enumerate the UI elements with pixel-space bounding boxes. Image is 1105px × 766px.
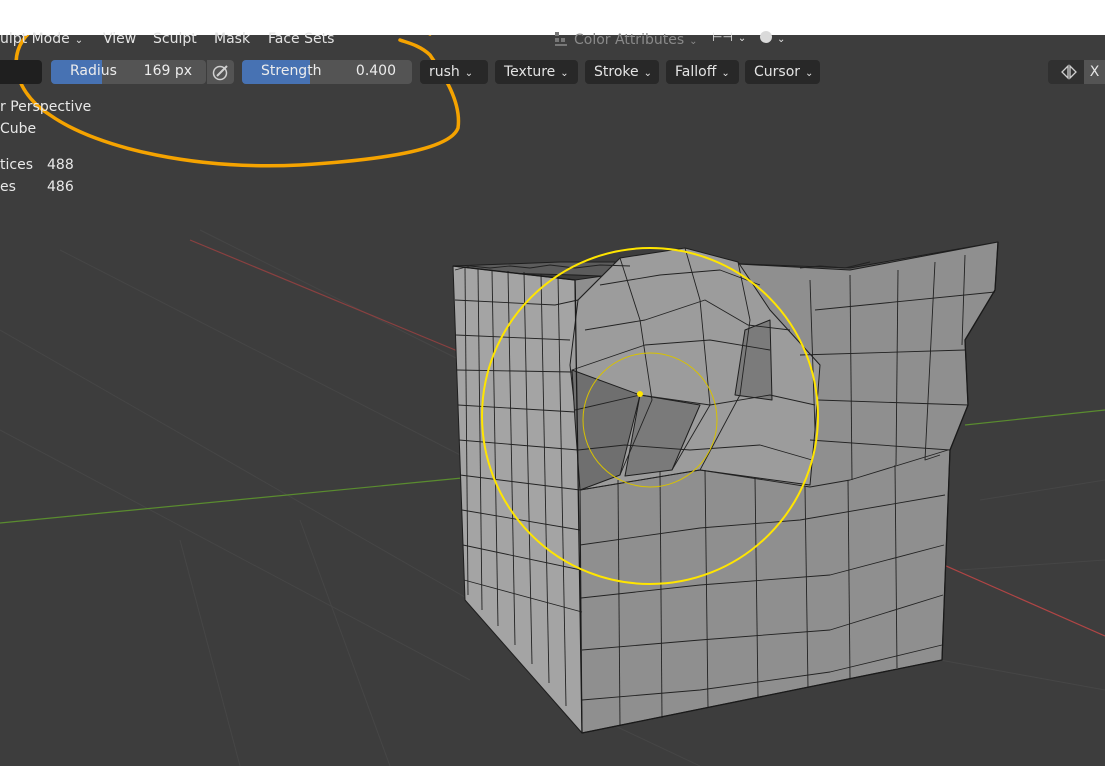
y-axis-line — [0, 477, 463, 524]
radius-pressure-toggle[interactable] — [207, 60, 234, 84]
mirror-icon[interactable] — [1060, 64, 1078, 80]
stat-faces-label: es — [0, 179, 16, 195]
shading-sphere-icon — [760, 31, 772, 43]
chevron-down-icon: ⌄ — [721, 68, 730, 79]
radius-value: 169 px — [143, 63, 192, 79]
brush-center-dot — [637, 391, 643, 397]
menu-face-sets[interactable]: Face Sets — [268, 31, 334, 47]
viewport-header: ulpt Mode ⌄ View Sculpt Mask Face Sets Co… — [0, 25, 1105, 55]
chevron-down-icon: ⌄ — [464, 68, 474, 79]
view-name-text: r Perspective — [0, 99, 92, 115]
shading-dropdown[interactable]: ⌄ — [760, 30, 785, 50]
menu-sculpt[interactable]: Sculpt — [153, 31, 197, 47]
symmetry-icon: ⊢⊣ — [712, 30, 733, 44]
chevron-down-icon: ⌄ — [777, 34, 786, 45]
stroke-dropdown[interactable]: Stroke ⌄ — [585, 60, 659, 84]
pen-pressure-icon — [212, 65, 228, 81]
x-axis-line — [189, 239, 461, 353]
color-attributes-icon — [555, 32, 567, 46]
color-attributes-dropdown[interactable]: Color Attributes ⌄ — [554, 31, 698, 48]
sculpt-mesh-cube — [452, 241, 999, 734]
chevron-down-icon: ⌄ — [805, 68, 814, 79]
falloff-dropdown[interactable]: Falloff ⌄ — [666, 60, 739, 84]
chevron-down-icon: ⌄ — [560, 68, 569, 79]
radius-slider[interactable]: Radius 169 px — [51, 60, 206, 84]
3d-viewport[interactable] — [0, 35, 1105, 766]
radius-label: Radius — [70, 63, 117, 79]
tool-settings-bar: Radius 169 px Strength 0.400 rush ⌄ Textu… — [0, 57, 1105, 87]
menu-view[interactable]: View — [103, 31, 136, 47]
symmetry-dropdown[interactable]: ⊢⊣ ⌄ — [712, 30, 746, 50]
symmetry-tools: X — [1048, 60, 1105, 84]
viewport-scene[interactable] — [0, 35, 1105, 766]
chevron-down-icon: ⌄ — [689, 36, 698, 47]
brush-name-field[interactable] — [0, 60, 42, 84]
brush-dropdown[interactable]: rush ⌄ — [420, 60, 488, 84]
mode-selector[interactable]: ulpt Mode ⌄ — [0, 31, 83, 47]
texture-dropdown[interactable]: Texture ⌄ — [495, 60, 578, 84]
y-axis-line-2 — [964, 409, 1105, 426]
chevron-down-icon: ⌄ — [737, 33, 747, 44]
stat-vertices-label: tices — [0, 157, 33, 173]
chevron-down-icon: ⌄ — [643, 68, 653, 79]
stat-vertices-value: 488 — [47, 157, 74, 173]
chevron-down-icon: ⌄ — [74, 35, 84, 46]
strength-value: 0.400 — [355, 63, 396, 79]
strength-label: Strength — [261, 63, 322, 79]
menu-mask[interactable]: Mask — [214, 31, 250, 47]
strength-slider[interactable]: Strength 0.400 — [242, 60, 412, 84]
mirror-x-toggle[interactable]: X — [1084, 60, 1105, 84]
object-name-text: Cube — [0, 121, 37, 137]
stat-faces-value: 486 — [47, 179, 74, 195]
cursor-dropdown[interactable]: Cursor ⌄ — [745, 60, 820, 84]
